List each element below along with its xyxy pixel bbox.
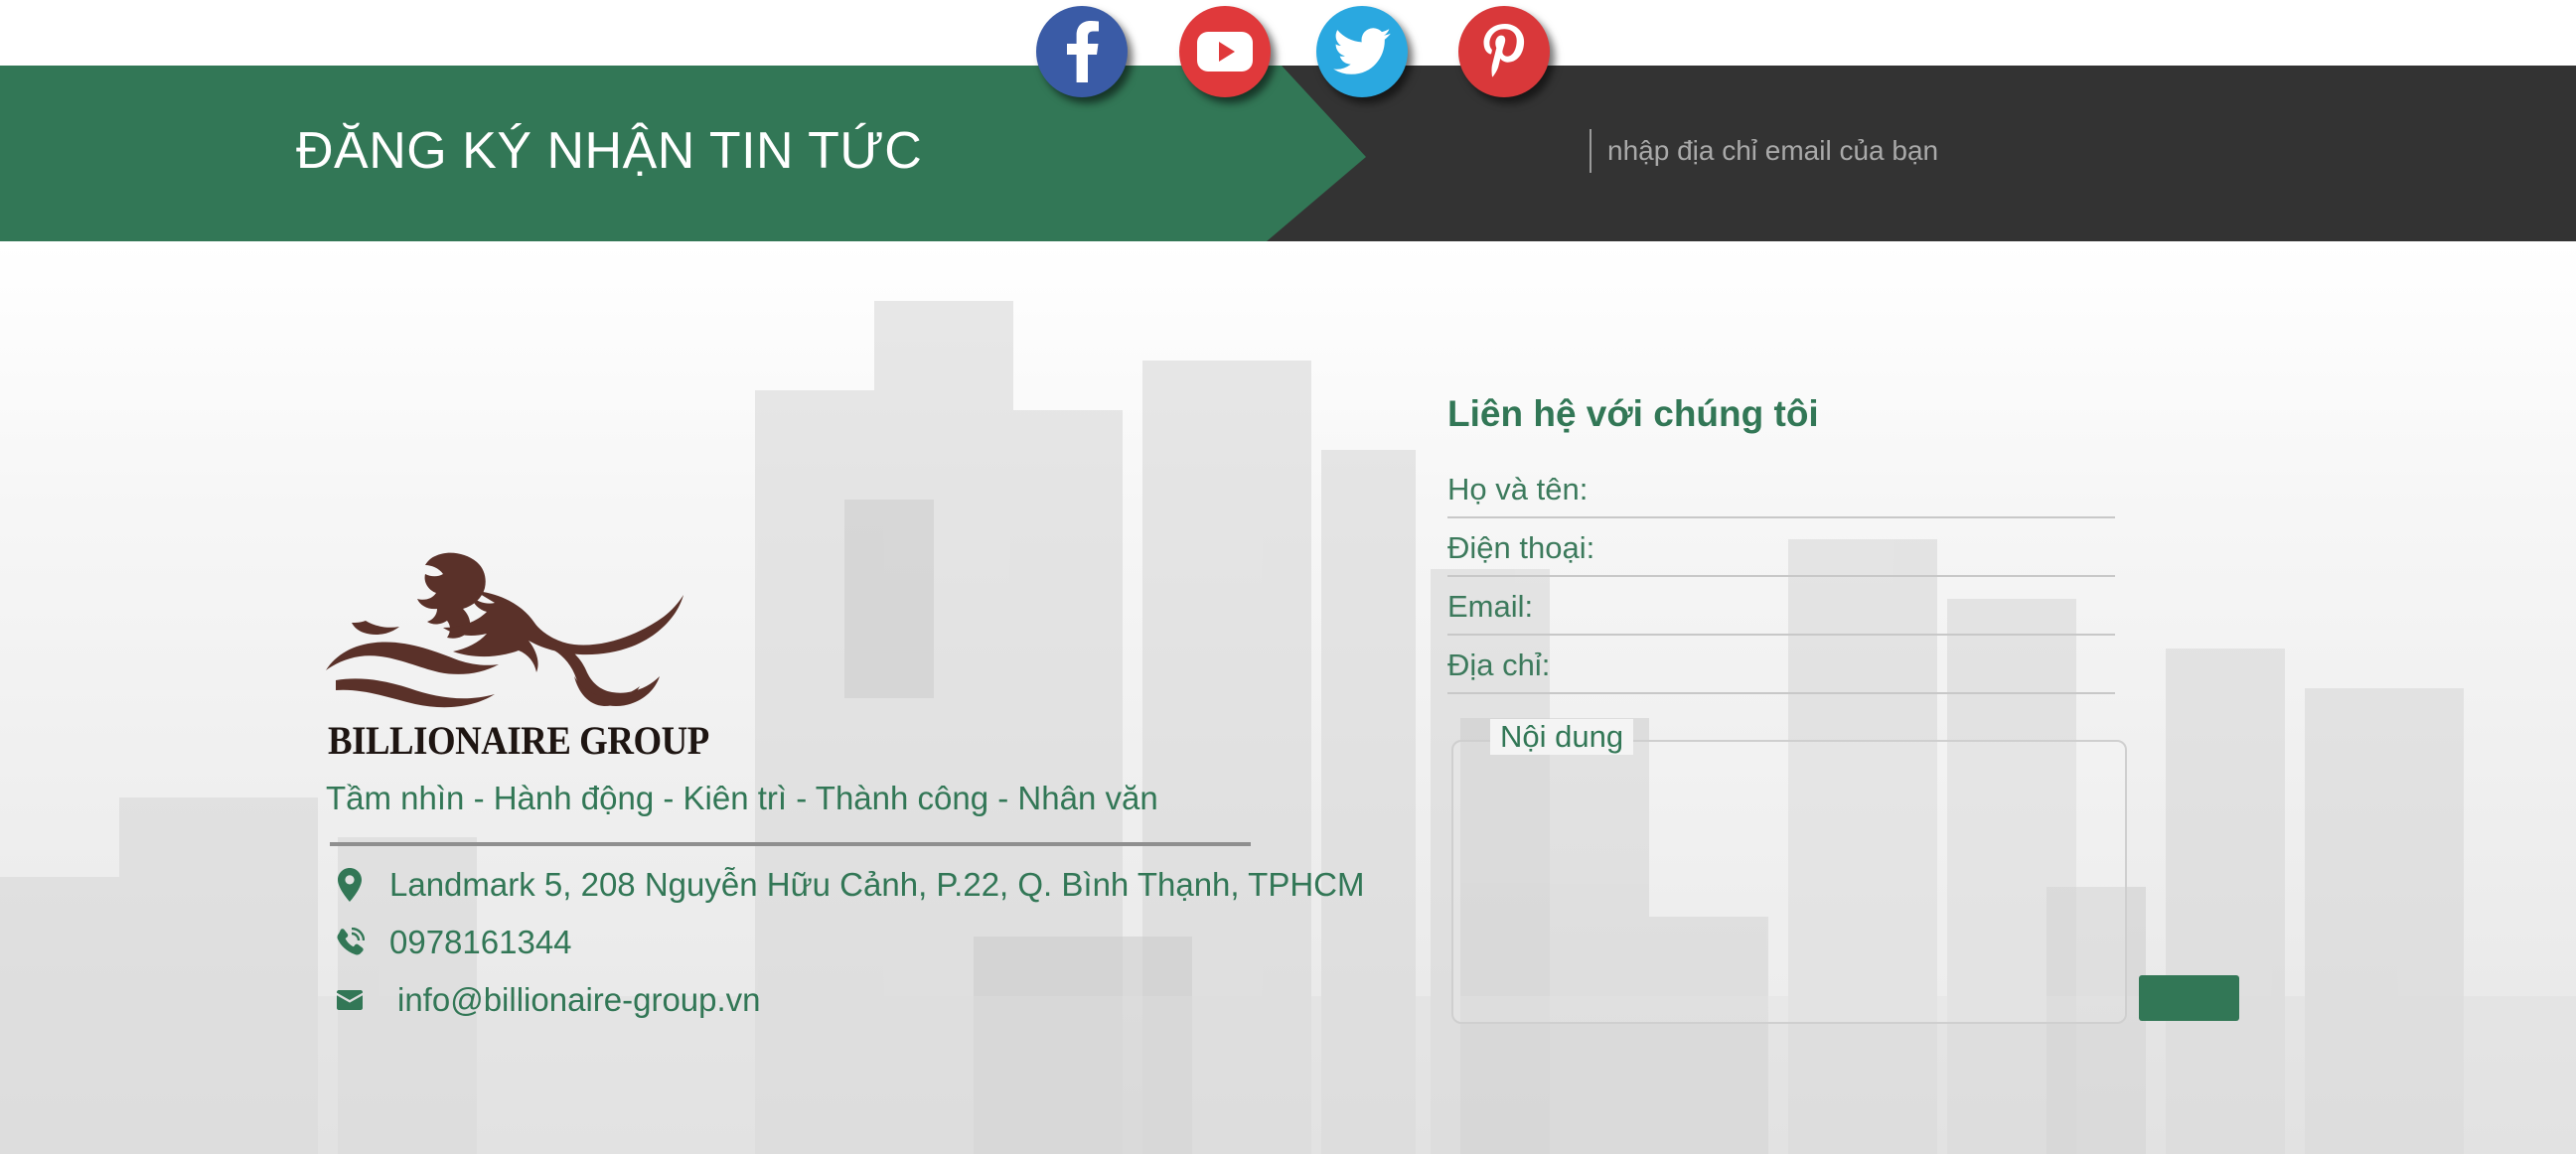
twitter-icon[interactable] <box>1316 6 1408 97</box>
address-row: Landmark 5, 208 Nguyễn Hữu Cảnh, P.22, Q… <box>332 866 1364 904</box>
email-field <box>1447 582 2115 636</box>
name-field <box>1447 465 2115 518</box>
phone-field <box>1447 523 2115 577</box>
company-slogan: Tầm nhìn - Hành động - Kiên trì - Thành … <box>326 780 1158 816</box>
envelope-icon <box>332 982 368 1018</box>
pinterest-icon[interactable] <box>1458 6 1550 97</box>
phone-icon <box>332 925 368 960</box>
newsletter-email-input[interactable] <box>1607 129 2025 173</box>
facebook-icon[interactable] <box>1036 6 1128 97</box>
company-email[interactable]: info@billionaire-group.vn <box>397 981 761 1019</box>
company-divider <box>330 842 1251 846</box>
phone-row: 0978161344 <box>332 924 572 961</box>
message-box <box>1451 740 2127 1024</box>
message-label: Nội dung <box>1490 719 1634 755</box>
message-textarea[interactable] <box>1467 772 2111 1010</box>
phone-input[interactable] <box>1447 525 2115 575</box>
email-row: info@billionaire-group.vn <box>332 981 761 1019</box>
address-input[interactable] <box>1447 643 2115 692</box>
youtube-icon[interactable] <box>1179 6 1271 97</box>
contact-form-title: Liên hệ với chúng tôi <box>1447 393 1819 434</box>
lion-logo-icon <box>326 551 698 720</box>
newsletter-banner: ĐĂNG KÝ NHẬN TIN TỨC <box>0 66 2576 241</box>
name-input[interactable] <box>1447 467 2115 516</box>
newsletter-title: ĐĂNG KÝ NHẬN TIN TỨC <box>296 122 923 180</box>
send-button[interactable] <box>2139 975 2239 1021</box>
company-address: Landmark 5, 208 Nguyễn Hữu Cảnh, P.22, Q… <box>389 866 1365 903</box>
newsletter-title-panel: ĐĂNG KÝ NHẬN TIN TỨC <box>0 66 1366 241</box>
email-input[interactable] <box>1447 584 2115 634</box>
map-pin-icon <box>332 867 368 903</box>
company-phone: 0978161344 <box>389 924 572 960</box>
newsletter-email-wrapper <box>1590 129 2025 173</box>
address-field <box>1447 641 2115 694</box>
company-name: BILLIONAIRE GROUP <box>328 718 709 763</box>
